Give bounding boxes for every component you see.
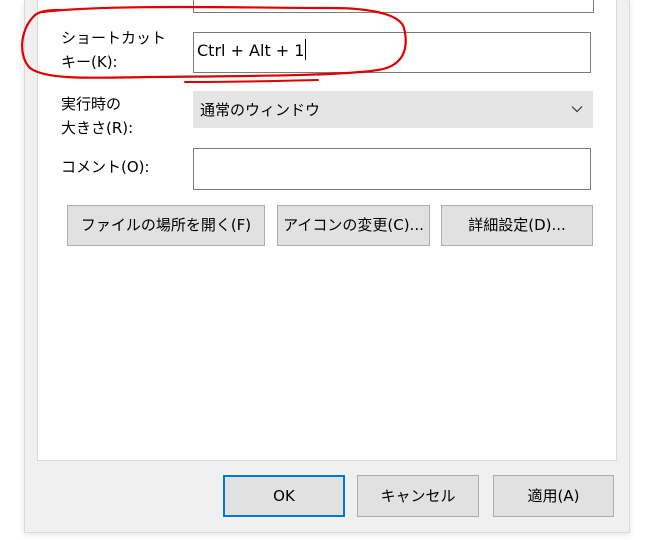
run-size-label: 実行時の 大きさ(R): (61, 95, 134, 137)
change-icon-button[interactable]: アイコンの変更(C)... (277, 205, 430, 246)
shortcut-key-input[interactable]: Ctrl + Alt + 1 (193, 32, 591, 73)
target-field-partial[interactable] (193, 0, 594, 13)
text-caret (305, 39, 307, 60)
run-size-value: 通常のウィンドウ (200, 101, 321, 119)
ok-button[interactable]: OK (223, 475, 345, 517)
shortcut-properties-dialog: ショートカット キー(K): Ctrl + Alt + 1 実行時の 大きさ(R… (24, 0, 630, 533)
comment-label: コメント(O): (61, 158, 150, 176)
shortcut-tab-panel: ショートカット キー(K): Ctrl + Alt + 1 実行時の 大きさ(R… (37, 0, 617, 461)
run-size-select[interactable]: 通常のウィンドウ (193, 91, 593, 128)
comment-input[interactable] (193, 148, 591, 190)
chevron-down-icon (571, 106, 583, 113)
shortcut-key-value: Ctrl + Alt + 1 (197, 39, 307, 61)
cancel-button[interactable]: キャンセル (357, 475, 479, 517)
shortcut-key-text: Ctrl + Alt + 1 (197, 41, 305, 60)
shortcut-key-label: ショートカット キー(K): (61, 29, 167, 71)
apply-button[interactable]: 適用(A) (493, 475, 614, 517)
advanced-button[interactable]: 詳細設定(D)... (441, 205, 593, 246)
open-file-location-button[interactable]: ファイルの場所を開く(F) (67, 205, 265, 246)
